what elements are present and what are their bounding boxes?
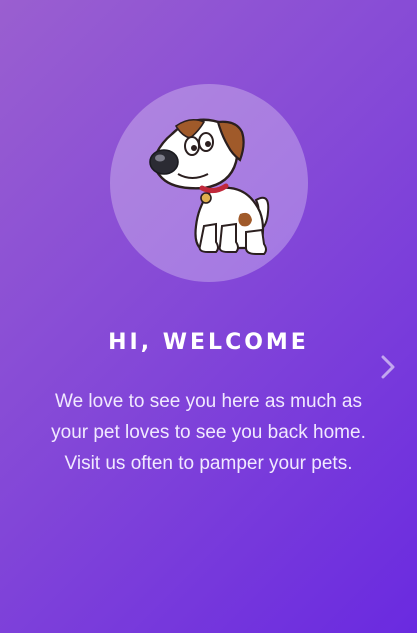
welcome-screen: HI, WELCOME We love to see you here as m… <box>0 0 417 633</box>
chevron-right-icon[interactable] <box>374 353 402 381</box>
welcome-message: We love to see you here as much as your … <box>51 391 366 474</box>
dog-illustration <box>149 118 270 255</box>
welcome-title: HI, WELCOME <box>108 330 309 355</box>
